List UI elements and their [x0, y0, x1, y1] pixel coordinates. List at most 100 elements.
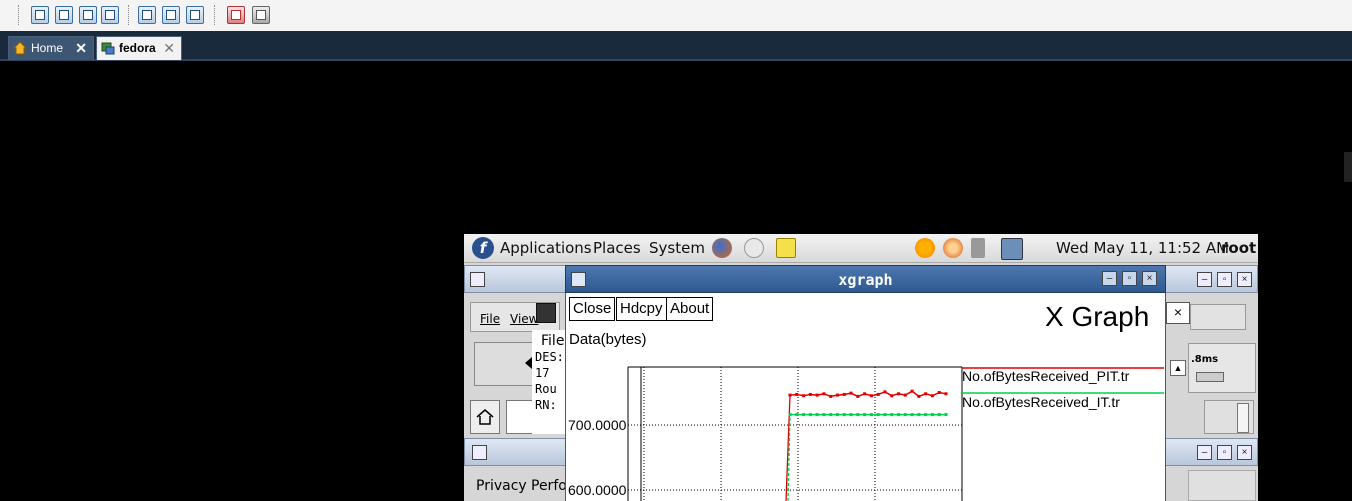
data-point — [795, 392, 799, 396]
terminal-text: File DES: 17 Rou RN: — [532, 330, 565, 434]
terminal-icon[interactable] — [536, 303, 556, 323]
term-line: DES: — [535, 350, 564, 364]
vm-icon — [101, 42, 115, 55]
data-point — [910, 413, 914, 417]
tab-fedora[interactable]: fedora ✕ — [96, 36, 182, 60]
volume-icon[interactable] — [971, 238, 985, 258]
headphones-icon[interactable] — [943, 238, 963, 258]
data-point — [808, 392, 812, 396]
close-icon[interactable]: × — [1142, 271, 1157, 286]
term-line: File — [541, 333, 565, 349]
minimize-icon[interactable]: – — [1102, 271, 1117, 286]
thumbnail-button[interactable] — [186, 6, 204, 24]
data-point — [890, 394, 894, 398]
email-icon[interactable] — [744, 238, 764, 258]
places-menu[interactable]: Places — [593, 239, 641, 257]
quick-switch-icon — [83, 10, 93, 20]
close-icon[interactable]: × — [1166, 302, 1190, 324]
notes-icon[interactable] — [776, 238, 796, 258]
close-icon[interactable]: ✕ — [163, 40, 175, 57]
minimize-icon[interactable]: – — [1197, 445, 1212, 460]
data-point — [890, 413, 894, 417]
tab-label: Home — [31, 41, 64, 55]
data-point — [835, 413, 839, 417]
data-point — [829, 394, 833, 398]
minimize-icon[interactable]: – — [1197, 272, 1212, 287]
data-point — [856, 394, 860, 398]
term-line: RN: — [535, 398, 557, 412]
window-menu-icon[interactable] — [472, 445, 487, 460]
snapshot-button[interactable] — [227, 6, 245, 24]
data-point — [917, 394, 921, 398]
data-point — [924, 413, 928, 417]
latency-label: .8ms — [1191, 354, 1219, 365]
snapshot-manager-button[interactable] — [252, 6, 270, 24]
applications-menu[interactable]: Applications — [500, 239, 592, 257]
window-menu-icon[interactable] — [470, 272, 485, 287]
scroll-marker — [1344, 152, 1352, 182]
data-point — [835, 393, 839, 397]
side-panel — [1204, 400, 1254, 434]
data-point — [815, 393, 819, 397]
scroll-up-icon[interactable]: ▲ — [1170, 360, 1186, 376]
console-view-button[interactable] — [138, 6, 156, 24]
toolbar-field[interactable] — [1190, 304, 1246, 330]
xgraph-titlebar[interactable]: xgraph – ▫ × — [565, 265, 1166, 293]
maximize-icon[interactable]: ▫ — [1217, 272, 1232, 287]
summary-icon — [166, 10, 176, 20]
data-point — [869, 394, 873, 398]
fullscreen-icon — [59, 10, 69, 20]
data-point — [802, 394, 806, 398]
close-icon[interactable]: × — [1237, 445, 1252, 460]
data-point — [869, 413, 873, 417]
close-icon[interactable]: ✕ — [75, 40, 87, 57]
network-icon[interactable] — [1001, 238, 1023, 260]
menu-file[interactable]: File — [480, 312, 500, 326]
data-point — [856, 413, 860, 417]
data-point — [930, 413, 934, 417]
maximize-icon[interactable]: ▫ — [1217, 445, 1232, 460]
data-point — [883, 413, 887, 417]
panel-user[interactable]: root — [1221, 239, 1256, 257]
scrollbar[interactable] — [1237, 403, 1249, 433]
data-point — [876, 392, 880, 396]
tab-privacy[interactable]: Privacy — [476, 478, 527, 494]
tab-performance[interactable]: Perfo — [531, 478, 567, 494]
data-point — [876, 413, 880, 417]
xgraph-window-title: xgraph — [838, 271, 893, 289]
maximize-icon[interactable]: ▫ — [1122, 271, 1137, 286]
firefox-icon[interactable] — [712, 238, 732, 258]
menu-view[interactable]: View — [510, 312, 538, 326]
data-point — [863, 392, 867, 396]
data-point — [815, 413, 819, 417]
toolbar-separator — [214, 5, 216, 25]
update-icon[interactable] — [915, 238, 935, 258]
panel-clock[interactable]: Wed May 11, 11:52 AM — [1056, 239, 1229, 257]
data-point — [924, 392, 928, 396]
data-point — [944, 392, 948, 396]
data-point — [829, 413, 833, 417]
data-point — [795, 413, 799, 417]
series-line — [789, 390, 947, 398]
unity-button[interactable] — [101, 6, 119, 24]
home-button[interactable] — [470, 400, 500, 434]
toolbar-separator — [128, 5, 130, 25]
tab-home[interactable]: Home ✕ — [8, 36, 94, 60]
close-icon[interactable]: × — [1237, 272, 1252, 287]
side-field — [1188, 470, 1256, 501]
data-point — [883, 390, 887, 394]
tab-label: fedora — [119, 41, 156, 55]
snapshot-manager-icon — [256, 10, 266, 20]
normal-view-button[interactable] — [31, 6, 49, 24]
xgraph-window: Close Hdcpy About X Graph Data(bytes) 70… — [565, 293, 1166, 501]
data-point — [903, 393, 907, 397]
system-menu[interactable]: System — [649, 239, 705, 257]
full-screen-button[interactable] — [55, 6, 73, 24]
term-line: 17 — [535, 366, 550, 380]
summary-view-button[interactable] — [162, 6, 180, 24]
fedora-logo-icon[interactable]: f — [472, 237, 494, 259]
toolbar-separator — [18, 5, 20, 25]
quick-switch-button[interactable] — [79, 6, 97, 24]
data-point — [930, 394, 934, 398]
data-point — [808, 413, 812, 417]
